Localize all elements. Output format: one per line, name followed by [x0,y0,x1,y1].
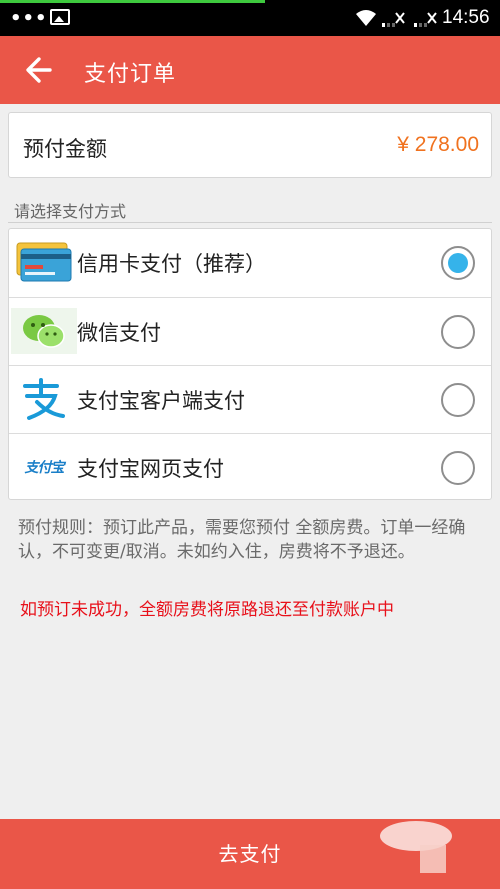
alipay-web-icon: 支付宝 [11,444,77,490]
notification-dots: ••• [10,8,48,29]
payment-method-label: 支付宝客户端支付 [77,389,245,413]
refund-warning-text: 如预订未成功，全额房费将原路退还至付款账户中 [20,600,394,620]
decorative-overlay-square [420,845,446,873]
payment-method-alipay-web[interactable]: 支付宝 支付宝网页支付 [9,433,491,501]
loading-progress [0,0,265,3]
pay-button-label: 去支付 [218,842,282,866]
wechat-icon [11,308,77,354]
wifi-icon [354,8,378,33]
credit-card-icon [11,239,77,285]
arrow-left-icon[interactable] [24,50,54,90]
signal-icon-2 [414,9,438,31]
prepay-amount-label: 预付金额 [23,137,107,161]
section-label: 请选择支付方式 [14,202,127,221]
page-title: 支付订单 [84,62,177,87]
payment-method-label: 信用卡支付（推荐） [77,252,266,276]
alipay-icon [11,376,77,422]
signal-icon [382,9,406,31]
pay-button[interactable]: 去支付 [0,819,500,889]
payment-method-label: 微信支付 [77,321,161,345]
header-bar: 支付订单 [0,36,500,104]
status-bar: ••• 14:56 [0,0,500,36]
clock: 14:56 [442,7,490,28]
prepay-amount-card: 预付金额 ¥ 278.00 [8,112,492,178]
alipay-logo-text: 支付宝 [24,460,65,476]
radio-button[interactable] [441,451,475,485]
payment-method-wechat[interactable]: 微信支付 [9,297,491,365]
payment-method-alipay-app[interactable]: 支付宝客户端支付 [9,365,491,433]
radio-button[interactable] [441,383,475,417]
image-notification-icon [50,9,70,25]
payment-method-credit-card[interactable]: 信用卡支付（推荐） [9,229,491,297]
prepay-rules-text: 预付规则：预订此产品，需要您预付 全额房费。订单一经确认，不可变更/取消。未如约… [18,518,466,562]
payment-method-label: 支付宝网页支付 [77,457,224,481]
radio-button-selected[interactable] [441,246,475,280]
prepay-amount-value: ¥ 278.00 [397,133,479,156]
payment-method-list: 信用卡支付（推荐） 微信支付 支付宝客户端支付 支付宝 支付宝网页支付 [8,228,492,500]
divider [8,222,492,223]
radio-button[interactable] [441,315,475,349]
